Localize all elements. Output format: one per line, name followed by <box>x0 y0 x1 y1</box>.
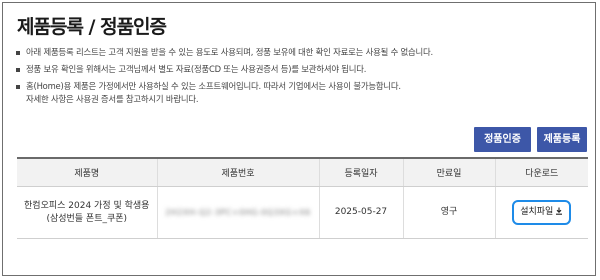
notice-list: 아래 제품등록 리스트는 고객 지원을 받을 수 있는 용도로 사용되며, 정품… <box>16 46 586 106</box>
notice-text: 아래 제품등록 리스트는 고객 지원을 받을 수 있는 용도로 사용되며, 정품… <box>26 47 434 57</box>
download-cell: 설치파일 <box>494 186 588 239</box>
product-register-button[interactable]: 제품등록 <box>537 127 587 152</box>
serial-number-redacted: 2H2XH-Q2-3PC+0HG-0Q3XG+X6 <box>165 207 311 217</box>
notice-item: 홈(Home)용 제품은 가정에서만 사용하실 수 있는 소프트웨어입니다. 따… <box>16 80 586 106</box>
column-header-download: 다운로드 <box>494 157 588 187</box>
table-header-row: 제품명 제품번호 등록일자 만료일 다운로드 <box>17 157 588 187</box>
notice-text: 홈(Home)용 제품은 가정에서만 사용하실 수 있는 소프트웨어입니다. 따… <box>26 81 401 91</box>
product-name-cell: 한컴오피스 2024 가정 및 학생용 (삼성번들 폰트_쿠폰) <box>17 186 157 239</box>
notice-text-continued: 자세한 사항은 사용권 증서를 참고하시기 바랍니다. <box>26 94 199 104</box>
column-header-expiry: 만료일 <box>402 157 495 187</box>
bullet-icon <box>16 51 20 55</box>
bullet-icon <box>16 85 20 89</box>
registered-date-cell: 2025-05-27 <box>318 186 403 239</box>
bullet-icon <box>16 68 20 72</box>
notice-text: 정품 보유 확인을 위해서는 고객님께서 별도 자료(정품CD 또는 사용권증서… <box>26 64 367 74</box>
table-row: 한컴오피스 2024 가정 및 학생용 (삼성번들 폰트_쿠폰) 2H2XH-Q… <box>17 186 588 239</box>
page-title: 제품등록 / 정품인증 <box>17 16 167 38</box>
download-label: 설치파일 <box>520 207 554 217</box>
install-file-download-button[interactable]: 설치파일 <box>512 200 572 225</box>
column-header-product-name: 제품명 <box>17 157 157 187</box>
column-header-serial: 제품번호 <box>156 157 319 187</box>
serial-cell: 2H2XH-Q2-3PC+0HG-0Q3XG+X6 <box>156 186 319 239</box>
product-table: 제품명 제품번호 등록일자 만료일 다운로드 한컴오피스 2024 가정 및 학… <box>17 157 588 239</box>
download-icon <box>556 207 563 215</box>
column-header-registered: 등록일자 <box>318 157 403 187</box>
expiry-cell: 영구 <box>402 186 495 239</box>
product-auth-button[interactable]: 정품인증 <box>474 127 531 152</box>
notice-item: 정품 보유 확인을 위해서는 고객님께서 별도 자료(정품CD 또는 사용권증서… <box>16 63 586 76</box>
notice-item: 아래 제품등록 리스트는 고객 지원을 받을 수 있는 용도로 사용되며, 정품… <box>16 46 586 59</box>
content-panel: 제품등록 / 정품인증 아래 제품등록 리스트는 고객 지원을 받을 수 있는 … <box>2 2 596 276</box>
